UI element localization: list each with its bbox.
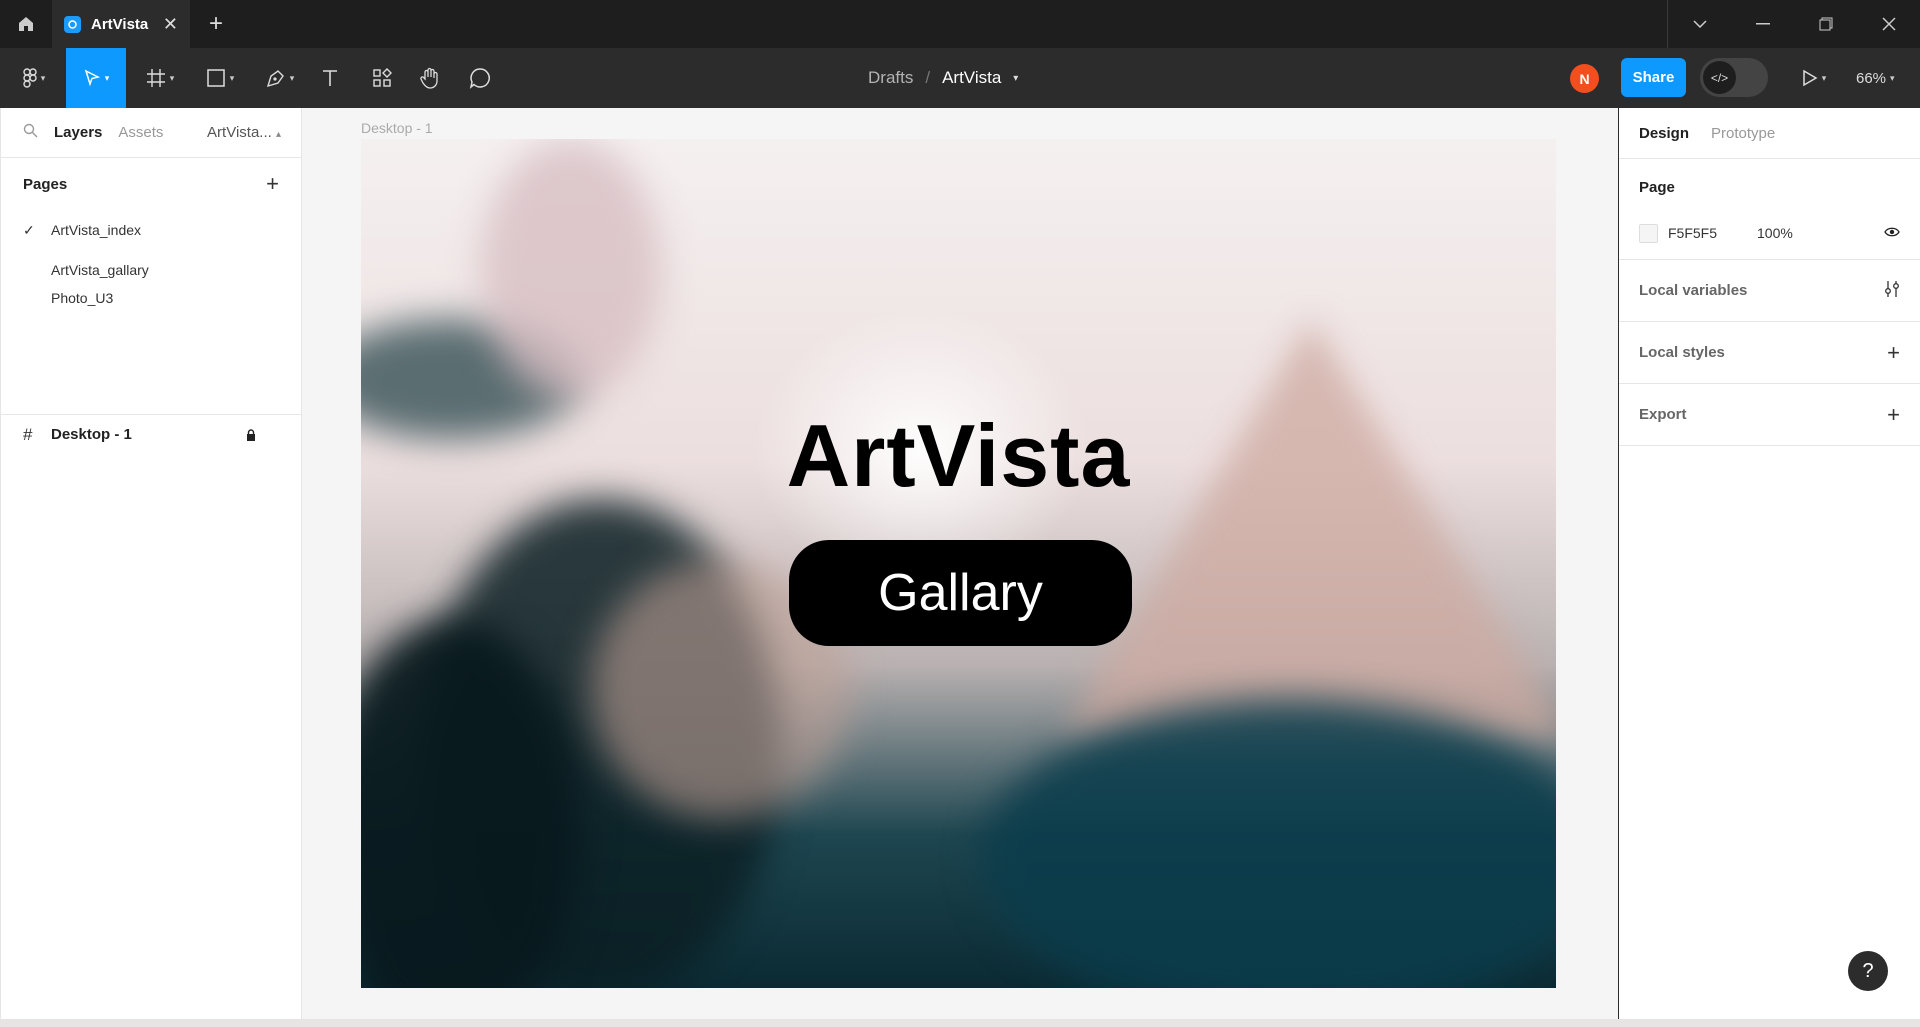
breadcrumb-drafts[interactable]: Drafts — [868, 68, 913, 88]
page-item[interactable]: Photo_U3 — [1, 290, 301, 308]
gallery-button[interactable]: Gallary — [789, 540, 1132, 646]
chevron-down-icon[interactable]: ▾ — [1013, 73, 1018, 84]
breadcrumb: Drafts / ArtVista ▾ — [868, 48, 1018, 108]
background-image-shape — [981, 699, 1556, 988]
fill-opacity[interactable]: 100% — [1757, 225, 1793, 241]
local-styles-label: Local styles — [1639, 344, 1725, 361]
dev-mode-toggle[interactable]: </> — [1700, 58, 1768, 97]
figma-file-icon — [64, 15, 81, 33]
hero-title[interactable]: ArtVista — [361, 405, 1556, 507]
add-style-button[interactable]: + — [1887, 340, 1900, 366]
search-icon[interactable] — [23, 123, 38, 143]
eye-icon[interactable] — [1884, 225, 1900, 241]
add-page-button[interactable]: + — [266, 171, 279, 197]
left-panel: Layers Assets ArtVista... ▴ Pages + ✓ Ar… — [0, 108, 302, 1019]
tab-close-icon[interactable]: ✕ — [163, 14, 178, 35]
page-name: Photo_U3 — [51, 290, 114, 306]
hand-tool-button[interactable] — [416, 48, 444, 108]
variables-settings-icon[interactable] — [1884, 278, 1900, 304]
chevron-down-icon[interactable] — [1668, 0, 1731, 48]
chevron-up-icon: ▴ — [275, 129, 281, 140]
right-panel: Design Prototype Page F5F5F5 100% Local … — [1618, 108, 1920, 1019]
present-button[interactable]: ▾ — [1794, 48, 1834, 108]
background-image-shape — [481, 139, 661, 399]
background-image-shape — [1061, 319, 1556, 739]
text-tool-button[interactable] — [316, 48, 344, 108]
zoom-level: 66% — [1856, 69, 1887, 87]
toolbar: ▾ ▾ ▾ ▾ ▾ Drafts / ArtVista ▾ N Share </… — [0, 48, 1920, 108]
canvas[interactable]: Desktop - 1 ArtVista Gallary — [302, 108, 1618, 1019]
avatar[interactable]: N — [1570, 64, 1599, 93]
new-tab-button[interactable]: + — [190, 0, 242, 48]
fill-hex[interactable]: F5F5F5 — [1668, 225, 1717, 241]
desktop-frame[interactable]: ArtVista Gallary — [361, 139, 1556, 988]
page-item[interactable]: ✓ ArtVista_index — [1, 210, 301, 250]
restore-icon[interactable] — [1794, 0, 1857, 48]
layer-name: Desktop - 1 — [51, 426, 132, 443]
page-section-title: Page — [1639, 179, 1675, 196]
move-tool-button[interactable]: ▾ — [66, 48, 126, 108]
file-tab[interactable]: ArtVista ✕ — [52, 0, 190, 48]
bottom-edge — [0, 1019, 1920, 1027]
export-label: Export — [1639, 406, 1687, 423]
resources-tool-button[interactable] — [368, 48, 396, 108]
tab-design[interactable]: Design — [1639, 125, 1689, 142]
add-export-button[interactable]: + — [1887, 402, 1900, 428]
title-bar: ArtVista ✕ + — [0, 0, 1920, 48]
tab-layers[interactable]: Layers — [54, 124, 102, 141]
lock-icon[interactable] — [245, 428, 257, 441]
pages-title: Pages — [23, 175, 68, 193]
frame-icon: # — [23, 424, 33, 444]
chevron-down-icon: ▾ — [1821, 72, 1827, 83]
file-switcher-label: ArtVista... — [207, 124, 272, 141]
figma-menu-icon[interactable]: ▾ — [14, 48, 54, 108]
file-switcher[interactable]: ArtVista... ▴ — [207, 124, 281, 141]
page-item[interactable]: ArtVista_gallary — [1, 250, 301, 290]
tab-prototype[interactable]: Prototype — [1711, 125, 1775, 142]
tab-title: ArtVista — [91, 15, 149, 33]
home-icon[interactable] — [0, 0, 52, 48]
comment-tool-button[interactable] — [466, 48, 494, 108]
chevron-down-icon: ▾ — [229, 72, 235, 83]
help-button[interactable]: ? — [1848, 951, 1888, 991]
close-icon[interactable] — [1857, 0, 1920, 48]
zoom-menu[interactable]: 66% ▾ — [1856, 48, 1895, 108]
chevron-down-icon: ▾ — [1890, 72, 1895, 83]
color-swatch[interactable] — [1639, 223, 1658, 243]
shape-tool-button[interactable]: ▾ — [198, 48, 242, 108]
pen-tool-button[interactable]: ▾ — [258, 48, 302, 108]
check-icon: ✓ — [23, 221, 35, 238]
chevron-down-icon: ▾ — [169, 72, 175, 83]
chevron-down-icon: ▾ — [40, 72, 46, 83]
page-fill-row: F5F5F5 100% — [1639, 207, 1900, 259]
page-name: ArtVista_index — [51, 222, 142, 238]
layer-item[interactable]: # Desktop - 1 — [1, 414, 301, 454]
chevron-down-icon: ▾ — [289, 72, 295, 83]
share-button[interactable]: Share — [1621, 58, 1686, 97]
page-name: ArtVista_gallary — [51, 262, 149, 278]
minimize-icon[interactable] — [1731, 0, 1794, 48]
frame-label[interactable]: Desktop - 1 — [361, 120, 433, 136]
chevron-down-icon: ▾ — [104, 72, 110, 83]
breadcrumb-separator: / — [925, 68, 931, 87]
breadcrumb-file-name[interactable]: ArtVista — [942, 68, 1001, 88]
tab-assets[interactable]: Assets — [118, 124, 163, 141]
code-icon: </> — [1703, 61, 1736, 94]
frame-tool-button[interactable]: ▾ — [138, 48, 182, 108]
local-variables-label[interactable]: Local variables — [1639, 282, 1747, 299]
